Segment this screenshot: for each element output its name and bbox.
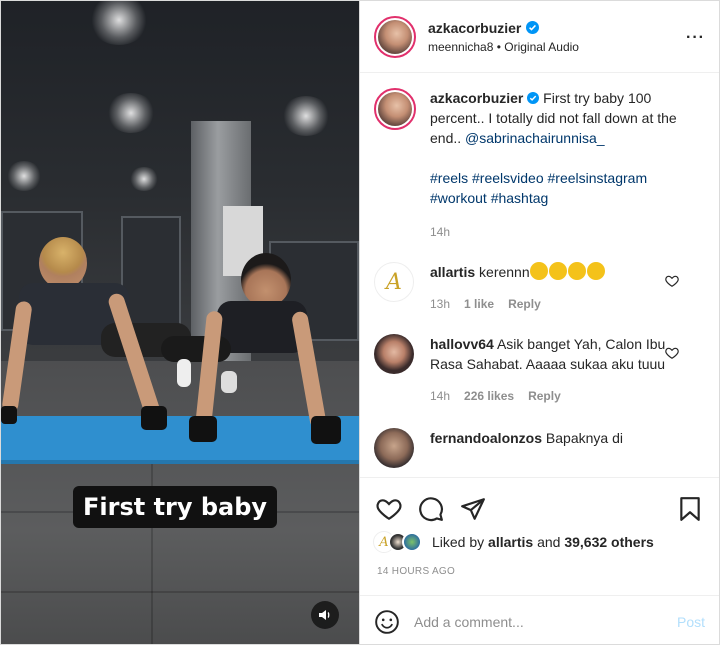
emoji-icon[interactable] — [374, 609, 400, 635]
caption-username[interactable]: azkacorbuzier — [430, 90, 523, 106]
comment-username[interactable]: allartis — [430, 264, 475, 280]
likes-prefix: Liked by — [432, 534, 489, 550]
share-button[interactable] — [458, 494, 488, 524]
post-button[interactable]: Post — [677, 614, 705, 630]
heart-icon[interactable] — [665, 274, 679, 288]
likes-count[interactable]: 39,632 others — [564, 534, 654, 550]
reply-button[interactable]: Reply — [508, 294, 541, 314]
caption-hashtags[interactable]: #reels #reelsvideo #reelsinstagram #work… — [430, 168, 680, 208]
caption-time[interactable]: 14h — [430, 222, 450, 242]
comment-text: kerennn — [479, 264, 530, 280]
reply-button[interactable]: Reply — [528, 386, 561, 406]
exercise-mat — [1, 416, 359, 464]
ceiling-light — [106, 93, 156, 133]
ceiling-light — [6, 161, 42, 191]
caption-mention[interactable]: @sabrinachairunnisa_ — [465, 130, 605, 146]
comment-button[interactable] — [416, 494, 446, 524]
comment-username[interactable]: hallovv64 — [430, 336, 494, 352]
comment-item: fernandoalonzos Bapaknya di — [374, 428, 705, 468]
avatar[interactable] — [374, 428, 414, 468]
paper-plane-icon — [461, 498, 485, 520]
gym-machine — [121, 216, 181, 326]
post-header: azkacorbuzier meennicha8 • Original Audi… — [360, 1, 719, 73]
author-username[interactable]: azkacorbuzier — [428, 20, 521, 36]
ceiling-light — [129, 167, 159, 191]
hashtags-line[interactable]: #workout #hashtag — [430, 188, 680, 208]
comment-likes[interactable]: 226 likes — [464, 386, 514, 406]
avatar[interactable] — [402, 532, 422, 552]
clapping-hands-icon — [529, 262, 606, 280]
post-side-panel: azkacorbuzier meennicha8 • Original Audi… — [359, 1, 719, 644]
likes-user[interactable]: allartis — [488, 534, 533, 550]
save-button[interactable] — [675, 494, 705, 524]
hashtags-line[interactable]: #reels #reelsvideo #reelsinstagram — [430, 168, 680, 188]
comment-time[interactable]: 13h — [430, 294, 450, 314]
ceiling-light — [89, 1, 149, 45]
add-comment-bar: Post — [360, 595, 719, 647]
avatar[interactable] — [374, 88, 416, 130]
video-caption-overlay: First try baby — [73, 486, 278, 528]
avatar[interactable] — [374, 334, 414, 374]
like-button[interactable] — [374, 494, 404, 524]
comments-list[interactable]: azkacorbuzier First try baby 100 percent… — [360, 74, 719, 474]
heart-icon — [376, 499, 402, 521]
comment-time[interactable]: 14h — [430, 386, 450, 406]
bookmark-icon — [680, 497, 700, 521]
speaker-icon — [319, 610, 330, 620]
post-caption: azkacorbuzier First try baby 100 percent… — [374, 88, 705, 242]
comment-username[interactable]: fernandoalonzos — [430, 430, 542, 446]
post-timestamp[interactable]: 14 HOURS AGO — [360, 552, 719, 577]
more-options-icon[interactable]: ··· — [686, 29, 705, 47]
mute-button[interactable] — [311, 601, 339, 629]
likes-middle: and — [533, 534, 565, 550]
reel-video[interactable]: First try baby — [1, 1, 359, 644]
audio-attribution[interactable]: meennicha8 • Original Audio — [428, 40, 579, 54]
comment-text: Bapaknya di — [545, 430, 623, 446]
post-actions: A Liked by allartis and 39,632 others 14… — [360, 477, 719, 647]
ceiling-light — [281, 96, 331, 136]
likes-summary: A Liked by allartis and 39,632 others — [360, 528, 719, 552]
verified-badge-icon — [527, 92, 540, 104]
comment-item: A allartis kerennn 13h 1 like Reply — [374, 262, 705, 314]
verified-badge-icon — [526, 21, 540, 34]
heart-icon[interactable] — [665, 346, 679, 360]
instagram-post-modal: First try baby azkacorbuzier meennicha8 … — [0, 0, 720, 645]
avatar[interactable] — [374, 15, 416, 58]
avatar[interactable]: A — [374, 262, 414, 302]
comment-likes[interactable]: 1 like — [464, 294, 494, 314]
comment-item: hallovv64 Asik banget Yah, Calon Ibu Ras… — [374, 334, 705, 406]
comment-icon — [419, 497, 443, 522]
comment-input[interactable] — [414, 613, 677, 630]
